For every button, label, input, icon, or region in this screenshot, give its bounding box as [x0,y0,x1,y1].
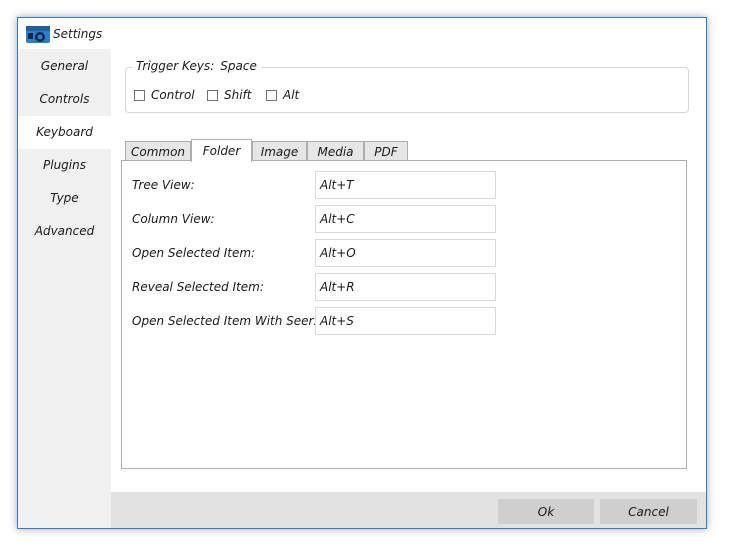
shortcut-label-reveal-selected-item: Reveal Selected Item: [132,280,264,294]
trigger-keys-group: Trigger Keys: Space Control Shift Alt [125,59,689,113]
window-title: Settings [53,27,103,41]
shortcut-row: Open Selected Item: Alt+O [122,239,686,267]
sidebar-item-controls[interactable]: Controls [18,83,111,116]
shortcut-label-tree-view: Tree View: [132,178,195,192]
title-bar[interactable]: Settings [18,18,706,49]
shortcut-label-column-view: Column View: [132,212,215,226]
shift-checkbox-row[interactable]: Shift [207,88,252,102]
shortcut-field-open-with-seer[interactable]: Alt+S [315,307,496,335]
shortcut-row: Column View: Alt+C [122,205,686,233]
sidebar-item-type[interactable]: Type [18,182,111,215]
cancel-button[interactable]: Cancel [600,499,697,524]
control-checkbox-label[interactable]: Control [151,88,195,102]
keyboard-settings-panel: Trigger Keys: Space Control Shift Alt Com… [111,49,706,492]
shortcut-row: Open Selected Item With Seer: Alt+S [122,307,686,335]
shortcut-field-tree-view[interactable]: Alt+T [315,171,496,199]
sidebar-item-general[interactable]: General [18,50,111,83]
trigger-keys-legend: Trigger Keys: Space [132,59,261,73]
ok-button[interactable]: Ok [498,499,594,524]
trigger-keys-value[interactable]: Space [220,59,257,73]
sidebar-item-advanced[interactable]: Advanced [18,215,111,248]
shortcut-label-open-with-seer: Open Selected Item With Seer: [132,314,318,328]
tab-media[interactable]: Media [307,141,364,161]
camera-eye-icon [26,26,50,43]
sidebar-item-keyboard[interactable]: Keyboard [18,116,111,149]
tab-image[interactable]: Image [252,141,307,161]
settings-window: Settings General Controls Keyboard Plugi… [17,17,707,529]
shortcut-row: Tree View: Alt+T [122,171,686,199]
shift-checkbox[interactable] [207,89,218,101]
tab-common[interactable]: Common [125,141,191,161]
settings-sidebar: General Controls Keyboard Plugins Type A… [18,49,111,492]
trigger-keys-label: Trigger Keys: [136,59,215,73]
alt-checkbox-label[interactable]: Alt [283,88,299,102]
sidebar-item-plugins[interactable]: Plugins [18,149,111,182]
alt-checkbox[interactable] [266,89,277,101]
control-checkbox[interactable] [134,89,145,101]
tab-pdf[interactable]: PDF [364,141,408,161]
alt-checkbox-row[interactable]: Alt [266,88,299,102]
shortcut-field-open-selected-item[interactable]: Alt+O [315,239,496,267]
shortcut-label-open-selected-item: Open Selected Item: [132,246,256,260]
shortcut-row: Reveal Selected Item: Alt+R [122,273,686,301]
dialog-footer: Ok Cancel [111,492,706,528]
control-checkbox-row[interactable]: Control [134,88,195,102]
tab-folder[interactable]: Folder [191,139,252,162]
shortcut-field-column-view[interactable]: Alt+C [315,205,496,233]
folder-shortcuts-panel: Tree View: Alt+T Column View: Alt+C Open… [121,160,687,469]
shortcut-field-reveal-selected-item[interactable]: Alt+R [315,273,496,301]
shift-checkbox-label[interactable]: Shift [224,88,252,102]
